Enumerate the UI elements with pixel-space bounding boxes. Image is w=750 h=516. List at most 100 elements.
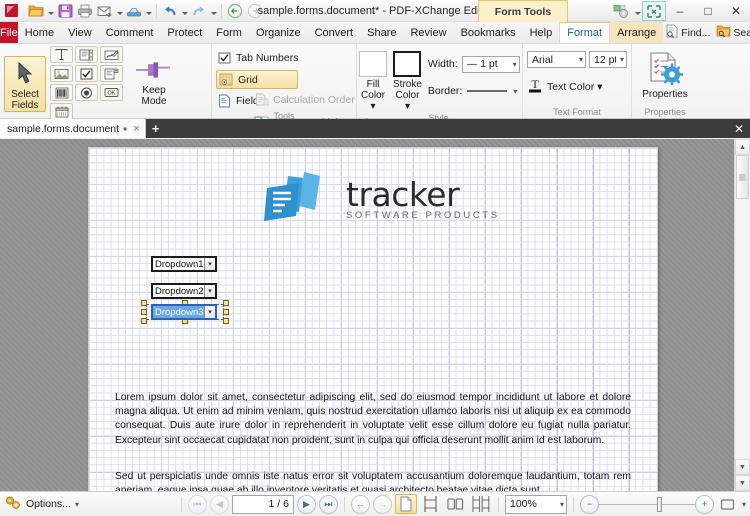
close-button[interactable]: ✕ bbox=[722, 0, 750, 22]
text-color-button[interactable]: T Text Color ▾ bbox=[527, 77, 627, 97]
tab-form[interactable]: Form bbox=[209, 22, 249, 43]
first-page-icon[interactable]: ⏮ bbox=[187, 494, 207, 514]
border-chevron-down-icon[interactable]: ▾ bbox=[513, 87, 517, 96]
scroll-down-arrow-icon[interactable]: ▼ bbox=[735, 459, 750, 475]
minimize-button[interactable]: – bbox=[666, 0, 694, 22]
tab-bookmarks[interactable]: Bookmarks bbox=[454, 22, 523, 43]
options-button[interactable]: Options... ▾ bbox=[4, 495, 79, 514]
check-box-icon[interactable] bbox=[75, 65, 98, 82]
maximize-button[interactable]: □ bbox=[694, 0, 722, 22]
scrollbar-thumb[interactable] bbox=[736, 155, 749, 199]
next-page-icon[interactable]: ▶ bbox=[296, 494, 316, 514]
signature-field-icon[interactable] bbox=[100, 46, 123, 63]
open-dropdown-caret-icon[interactable] bbox=[46, 1, 55, 21]
dropdown-field-2[interactable]: Dropdown2 ▾ bbox=[151, 283, 217, 299]
push-button-icon[interactable]: OK bbox=[100, 84, 123, 101]
tab-file[interactable]: File bbox=[0, 22, 18, 43]
tab-review[interactable]: Review bbox=[403, 22, 453, 43]
dropdown-field-1[interactable]: Dropdown1 ▾ bbox=[151, 256, 217, 272]
close-all-tabs-button[interactable]: ✕ bbox=[728, 119, 750, 138]
two-pages-continuous-view[interactable] bbox=[470, 494, 492, 514]
two-pages-view[interactable] bbox=[445, 494, 467, 514]
resize-handle-e[interactable] bbox=[223, 309, 229, 315]
select-fields-button[interactable]: Select Fields bbox=[4, 55, 46, 112]
fit-page-icon[interactable] bbox=[717, 494, 739, 514]
continuous-view[interactable] bbox=[420, 494, 442, 514]
dropdown-field-1-arrow-icon[interactable]: ▾ bbox=[204, 258, 215, 270]
dropdown-icon[interactable] bbox=[100, 65, 123, 82]
scroll-up-arrow-icon[interactable]: ▲ bbox=[735, 139, 750, 155]
font-size-combo[interactable]: 12 pt ▾ bbox=[589, 51, 627, 68]
tab-organize[interactable]: Organize bbox=[249, 22, 308, 43]
last-page-icon[interactable]: ⏭ bbox=[318, 494, 338, 514]
plugins-icon[interactable] bbox=[609, 1, 633, 21]
zoom-in-icon[interactable]: + bbox=[694, 494, 714, 514]
resize-handle-w[interactable] bbox=[141, 309, 147, 315]
forward-icon[interactable] bbox=[245, 1, 265, 21]
resize-handle-ne[interactable] bbox=[223, 300, 229, 306]
dropdown-field-2-arrow-icon[interactable]: ▾ bbox=[204, 285, 215, 297]
list-box-icon[interactable] bbox=[75, 46, 98, 63]
zoom-slider-track[interactable] bbox=[598, 496, 695, 512]
print-icon[interactable] bbox=[75, 1, 95, 21]
nav-forward-icon[interactable]: → bbox=[372, 494, 392, 514]
tab-view[interactable]: View bbox=[61, 22, 99, 43]
scan-dropdown-caret-icon[interactable] bbox=[144, 1, 153, 21]
document-tab[interactable]: sample.forms.document • × bbox=[0, 119, 146, 138]
plugins-caret-icon[interactable] bbox=[633, 1, 642, 21]
scan-icon[interactable] bbox=[124, 1, 144, 21]
tab-arrange[interactable]: Arrange bbox=[610, 22, 664, 43]
tab-numbers-toggle[interactable]: Tab Numbers bbox=[216, 49, 298, 67]
tab-format[interactable]: Format bbox=[559, 22, 611, 43]
scrollbar-track[interactable] bbox=[735, 199, 750, 459]
zoom-slider-thumb[interactable] bbox=[656, 496, 662, 512]
scroll-next-page-icon[interactable]: ▼ bbox=[735, 475, 750, 491]
resize-handle-nw[interactable] bbox=[141, 300, 147, 306]
undo-icon[interactable] bbox=[160, 1, 180, 21]
image-field-icon[interactable] bbox=[50, 65, 73, 82]
tab-share[interactable]: Share bbox=[360, 22, 403, 43]
save-icon[interactable] bbox=[55, 1, 75, 21]
tab-comment[interactable]: Comment bbox=[99, 22, 161, 43]
radio-button-icon[interactable] bbox=[75, 84, 98, 101]
width-combo[interactable]: — 1 pt ▾ bbox=[461, 55, 520, 73]
fit-options-chevron-icon[interactable]: ▾ bbox=[742, 500, 746, 509]
zoom-slider[interactable]: − + bbox=[579, 494, 714, 514]
back-icon[interactable] bbox=[225, 1, 245, 21]
pdf-page[interactable]: tracker SOFTWARE PRODUCTS Dropdown1 ▾ Dr… bbox=[88, 147, 658, 491]
keep-mode-button[interactable]: Keep Mode bbox=[128, 56, 180, 112]
email-dropdown-caret-icon[interactable] bbox=[115, 1, 124, 21]
single-page-view[interactable] bbox=[394, 494, 417, 514]
dropdown-field-3-arrow-icon[interactable]: ▾ bbox=[204, 306, 215, 318]
tab-protect[interactable]: Protect bbox=[160, 22, 209, 43]
redo-icon[interactable] bbox=[189, 1, 209, 21]
close-tab-icon[interactable]: × bbox=[131, 123, 139, 135]
vertical-scrollbar[interactable]: ▲ ▼ ▼ bbox=[734, 139, 750, 491]
resize-handle-sw[interactable] bbox=[141, 318, 147, 324]
stroke-color-button[interactable]: Stroke Color ▾ bbox=[393, 51, 422, 112]
properties-button[interactable]: Properties bbox=[637, 48, 693, 104]
font-family-combo[interactable]: Arial ▾ bbox=[527, 51, 586, 68]
border-style-preview[interactable]: ▾ bbox=[466, 87, 517, 96]
resize-handle-se[interactable] bbox=[223, 318, 229, 324]
page-number-field[interactable]: 1 / 6 bbox=[231, 494, 294, 514]
redo-dropdown-caret-icon[interactable] bbox=[209, 1, 218, 21]
zoom-level-combo[interactable]: 100% ▾ bbox=[504, 494, 567, 514]
fullscreen-icon[interactable] bbox=[642, 1, 666, 21]
new-tab-button[interactable]: + bbox=[146, 119, 166, 138]
zoom-out-icon[interactable]: − bbox=[579, 494, 599, 514]
grid-toggle[interactable]: Grid bbox=[216, 70, 299, 89]
tab-help[interactable]: Help bbox=[523, 22, 560, 43]
undo-dropdown-caret-icon[interactable] bbox=[180, 1, 189, 21]
barcode-icon[interactable] bbox=[50, 84, 73, 101]
search-button[interactable]: Search... bbox=[714, 24, 750, 41]
dropdown-field-3[interactable]: Dropdown3 ▾ bbox=[151, 304, 217, 320]
email-icon[interactable] bbox=[95, 1, 115, 21]
tab-convert[interactable]: Convert bbox=[308, 22, 361, 43]
text-field-icon[interactable] bbox=[50, 46, 73, 63]
options-chevron-down-icon[interactable]: ▾ bbox=[75, 500, 79, 509]
open-icon[interactable] bbox=[26, 1, 46, 21]
previous-page-icon[interactable]: ◀ bbox=[209, 494, 229, 514]
find-button[interactable]: Find... bbox=[663, 24, 712, 41]
date-field-icon[interactable] bbox=[50, 103, 73, 120]
